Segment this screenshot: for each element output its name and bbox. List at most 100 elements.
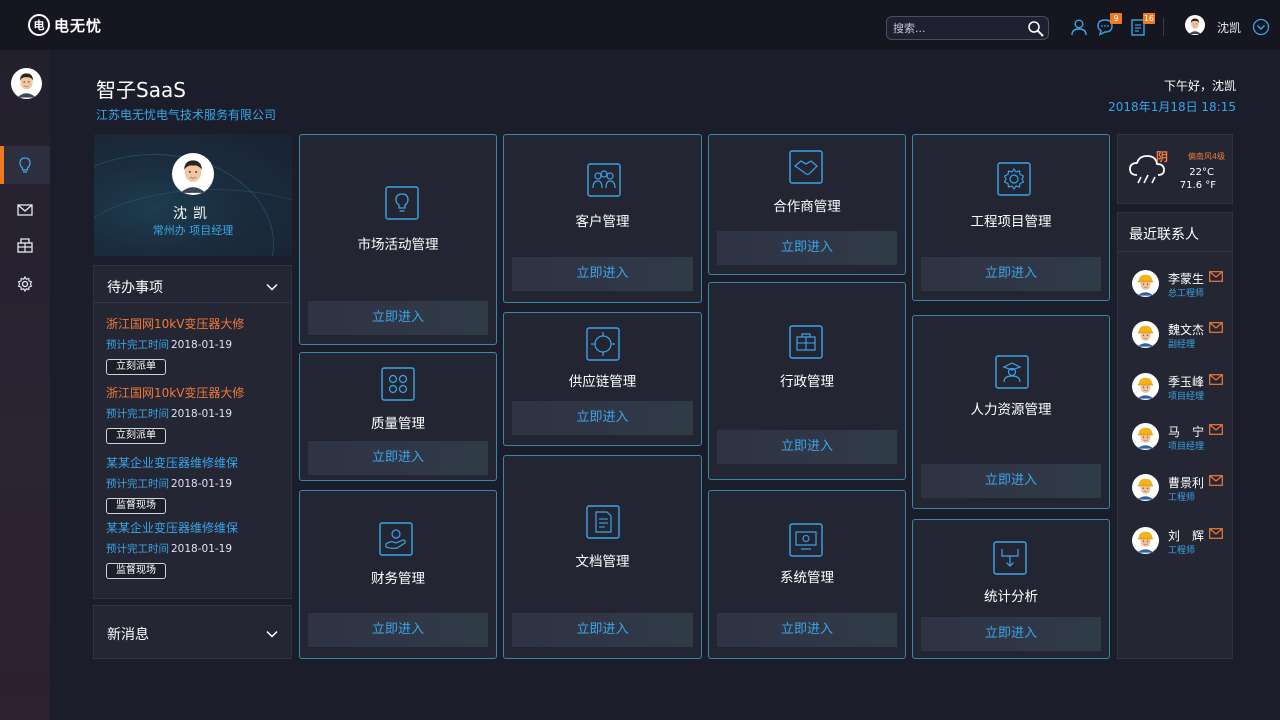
supervise-button[interactable]: 监督现场 <box>106 563 166 579</box>
mail-icon[interactable] <box>1209 528 1223 539</box>
greeting-text: 下午好，沈凯 <box>1163 79 1236 93</box>
module-title: 行政管理 <box>780 374 834 390</box>
contact-item[interactable]: 李蒙生 总工程师 <box>1118 270 1234 310</box>
tasks-button[interactable]: 16 <box>1129 13 1155 36</box>
todo-item-date-label: 预计完工时间 <box>106 478 169 490</box>
enter-hr-button[interactable]: 立即进入 <box>921 464 1101 498</box>
module-card-system: 系统管理 立即进入 <box>708 490 906 659</box>
enter-customer-button[interactable]: 立即进入 <box>512 257 693 291</box>
enter-quality-button[interactable]: 立即进入 <box>308 441 488 475</box>
mail-icon[interactable] <box>1209 374 1223 385</box>
chevron-down-icon[interactable] <box>265 280 279 294</box>
document-icon <box>586 505 620 539</box>
user-icon[interactable] <box>1070 18 1088 36</box>
contact-item[interactable]: 季玉峰 项目经理 <box>1118 373 1234 413</box>
module-title: 质量管理 <box>371 416 425 432</box>
search-input[interactable] <box>893 20 1023 36</box>
chevron-down-icon[interactable] <box>1252 18 1270 36</box>
contact-item[interactable]: 马 宁 项目经理 <box>1118 423 1234 463</box>
contact-name: 季玉峰 <box>1168 375 1205 389</box>
todo-item-title[interactable]: 浙江国网10kV变压器大修 <box>106 315 286 332</box>
module-card-project: 工程项目管理 立即进入 <box>912 134 1110 301</box>
finance-icon <box>379 522 413 556</box>
building-icon[interactable] <box>16 236 34 254</box>
hr-person-icon <box>995 355 1029 389</box>
rail-active-indicator <box>0 146 4 184</box>
chevron-down-icon[interactable] <box>265 627 279 641</box>
dispatch-button[interactable]: 立刻派单 <box>106 428 166 444</box>
topbar-username[interactable]: 沈凯 <box>1217 19 1241 36</box>
enter-document-button[interactable]: 立即进入 <box>512 613 693 647</box>
news-panel[interactable]: 新消息 <box>93 605 292 659</box>
todo-item: 某某企业变压器维修维保 预计完工时间 2018-01-19 监督现场 <box>106 454 286 514</box>
contact-role: 副经理 <box>1168 340 1196 350</box>
todo-item-date-label: 预计完工时间 <box>106 339 169 351</box>
enter-partner-button[interactable]: 立即进入 <box>717 231 897 265</box>
user-avatar[interactable] <box>1185 15 1205 35</box>
messages-button[interactable]: 9 <box>1096 13 1122 36</box>
mail-icon[interactable] <box>1209 475 1223 486</box>
logo-text: 电无忧 <box>54 16 103 35</box>
todo-item-title[interactable]: 某某企业变压器维修维保 <box>106 519 286 536</box>
todo-item: 某某企业变压器维修维保 预计完工时间 2018-01-19 监督现场 <box>106 519 286 579</box>
contact-avatar <box>1132 527 1159 554</box>
profile-name: 沈凯 <box>173 206 213 222</box>
weather-wind: 偏南风4级 <box>1187 152 1225 161</box>
contact-item[interactable]: 刘 辉 工程师 <box>1118 527 1234 567</box>
supervise-button[interactable]: 监督现场 <box>106 498 166 514</box>
module-card-hr: 人力资源管理 立即进入 <box>912 315 1110 509</box>
contact-role: 总工程师 <box>1168 289 1205 299</box>
todo-item-date: 2018-01-19 <box>171 339 233 351</box>
enter-admin-button[interactable]: 立即进入 <box>717 430 897 464</box>
module-title: 合作商管理 <box>773 199 841 215</box>
contact-avatar <box>1132 270 1159 297</box>
recent-contacts-panel: 最近联系人 李蒙生 总工程师 魏文杰 副经理 季玉峰 项目经理 马 宁 项目经理… <box>1117 212 1233 659</box>
briefcase-icon <box>789 325 823 359</box>
mail-icon[interactable] <box>16 201 34 219</box>
profile-avatar[interactable] <box>172 153 214 195</box>
module-card-partner: 合作商管理 立即进入 <box>708 134 906 275</box>
enter-supply-button[interactable]: 立即进入 <box>512 401 693 435</box>
messages-badge: 9 <box>1110 13 1122 24</box>
todo-item-date-label: 预计完工时间 <box>106 543 169 555</box>
module-title: 系统管理 <box>780 570 834 586</box>
todo-item-date: 2018-01-19 <box>171 478 233 490</box>
weather-widget: 阴 偏南风4级 22°C 71.6 °F <box>1117 134 1233 204</box>
app-logo[interactable]: 电 电无忧 <box>28 14 102 36</box>
contact-role: 工程师 <box>1168 493 1196 503</box>
mail-icon[interactable] <box>1209 271 1223 282</box>
weather-temp-c: 22°C <box>1189 167 1214 178</box>
enter-market-button[interactable]: 立即进入 <box>308 301 488 335</box>
mail-icon[interactable] <box>1209 424 1223 435</box>
module-title: 市场活动管理 <box>357 237 439 253</box>
todo-item-title[interactable]: 某某企业变压器维修维保 <box>106 454 286 471</box>
todo-item-date-label: 预计完工时间 <box>106 408 169 420</box>
module-card-market: 市场活动管理 立即进入 <box>299 134 497 345</box>
todo-item-meta: 预计完工时间 2018-01-19 <box>106 541 286 556</box>
mail-icon[interactable] <box>1209 322 1223 333</box>
profile-role: 常州办 项目经理 <box>152 224 234 237</box>
logo-mark-icon: 电 <box>28 14 50 36</box>
todo-item-date: 2018-01-19 <box>171 543 233 555</box>
dispatch-button[interactable]: 立刻派单 <box>106 359 166 375</box>
search-icon[interactable] <box>1027 20 1045 38</box>
enter-stats-button[interactable]: 立即进入 <box>921 617 1101 651</box>
todo-item-meta: 预计完工时间 2018-01-19 <box>106 337 286 352</box>
module-title: 文档管理 <box>575 554 630 570</box>
todo-item-title[interactable]: 浙江国网10kV变压器大修 <box>106 384 286 401</box>
module-card-quality: 质量管理 立即进入 <box>299 352 497 481</box>
quality-icon <box>381 367 415 401</box>
todo-item-meta: 预计完工时间 2018-01-19 <box>106 476 286 491</box>
enter-project-button[interactable]: 立即进入 <box>921 257 1101 291</box>
supply-chain-icon <box>586 327 620 361</box>
lightbulb-icon[interactable] <box>16 156 34 174</box>
contact-item[interactable]: 魏文杰 副经理 <box>1118 321 1234 361</box>
todo-item: 浙江国网10kV变压器大修 预计完工时间 2018-01-19 立刻派单 <box>106 384 286 444</box>
weather-temp-f: 71.6 °F <box>1179 180 1216 191</box>
rail-avatar[interactable] <box>11 68 42 99</box>
enter-system-button[interactable]: 立即进入 <box>717 613 897 647</box>
enter-finance-button[interactable]: 立即进入 <box>308 613 488 647</box>
gear-icon[interactable] <box>16 275 34 293</box>
contact-item[interactable]: 曹景利 工程师 <box>1118 474 1234 514</box>
module-title: 客户管理 <box>575 214 630 230</box>
